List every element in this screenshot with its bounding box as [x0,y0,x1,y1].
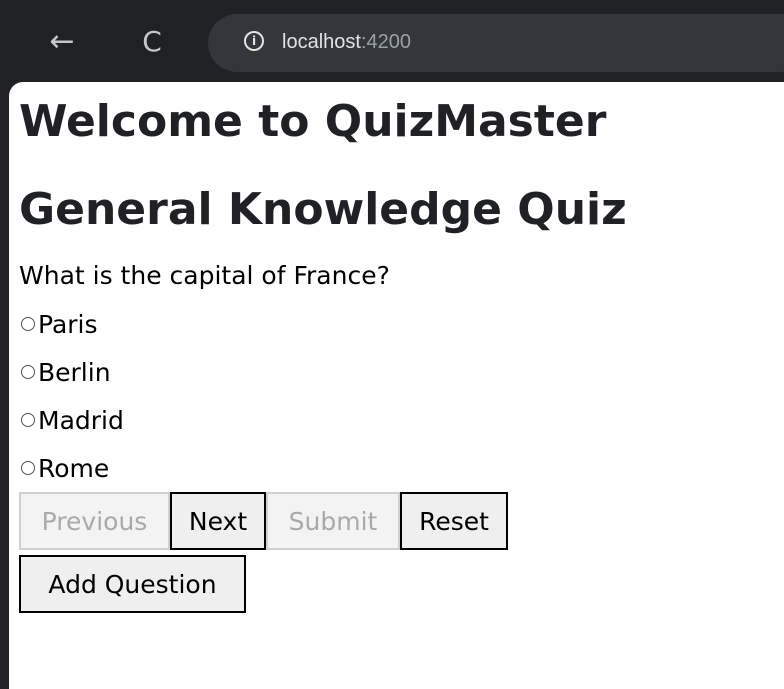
option-label: Rome [38,453,110,483]
window-edge [0,82,9,689]
option-rome[interactable]: Rome [19,452,109,484]
add-question-button[interactable]: Add Question [19,555,246,613]
previous-button[interactable]: Previous [19,492,170,550]
next-button[interactable]: Next [170,492,266,550]
url-host: localhost [282,31,361,53]
radio-button[interactable] [21,317,35,331]
radio-button[interactable] [21,365,35,379]
url-text[interactable]: localhost:4200 [282,29,411,55]
option-paris[interactable]: Paris [19,308,98,340]
url-port: :4200 [360,31,411,53]
quiz-title: General Knowledge Quiz [19,184,627,235]
reload-icon[interactable]: C [132,22,172,62]
option-berlin[interactable]: Berlin [19,356,111,388]
option-madrid[interactable]: Madrid [19,404,124,436]
radio-button[interactable] [21,413,35,427]
radio-button[interactable] [21,461,35,475]
site-info-icon[interactable]: i [244,31,264,51]
reset-button[interactable]: Reset [400,492,508,550]
option-label: Paris [38,309,98,339]
browser-toolbar: ← C i localhost:4200 [0,0,784,82]
submit-button[interactable]: Submit [266,492,400,550]
page-title: Welcome to QuizMaster [19,96,607,147]
question-text: What is the capital of France? [19,261,390,290]
option-label: Madrid [38,405,124,435]
back-arrow-icon[interactable]: ← [42,22,82,62]
page-viewport: Welcome to QuizMaster General Knowledge … [9,82,784,689]
option-label: Berlin [38,357,111,387]
